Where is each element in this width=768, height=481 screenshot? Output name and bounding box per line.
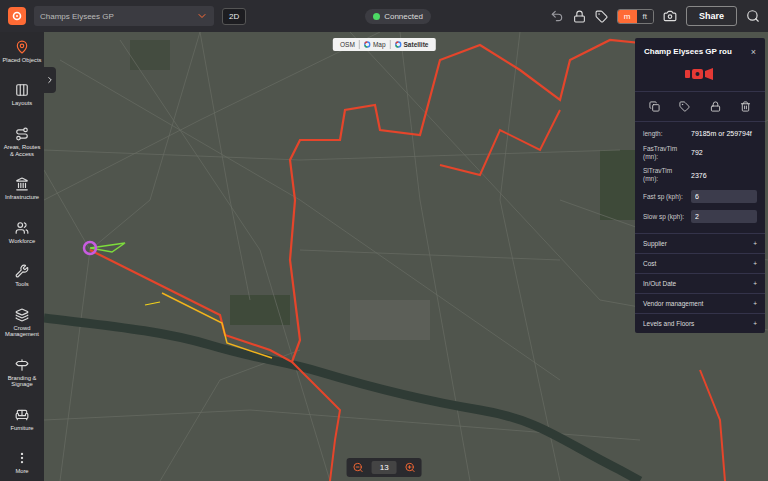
- property-label: FasTravTim (mn):: [643, 145, 687, 161]
- expand-button[interactable]: +: [753, 280, 757, 287]
- zoom-out-icon[interactable]: [353, 462, 364, 473]
- sidebar-item[interactable]: Infrastructure: [2, 177, 42, 201]
- sidebar-item-icon: [15, 40, 29, 54]
- tag-icon[interactable]: [679, 101, 690, 112]
- chevron-down-icon: [196, 10, 208, 22]
- zoom-level[interactable]: 13: [372, 461, 397, 474]
- expand-button[interactable]: +: [753, 240, 757, 247]
- search-icon[interactable]: [746, 9, 760, 23]
- logo-icon[interactable]: [8, 7, 26, 25]
- unit-option[interactable]: ft: [637, 10, 653, 23]
- zoom-control: 13: [347, 458, 422, 477]
- sidebar-item-icon: [15, 358, 29, 372]
- sidebar: Placed Objects Layouts Areas, Routes & Acc…: [0, 32, 44, 481]
- sidebar-item-icon: [15, 408, 29, 422]
- river: [44, 318, 640, 481]
- connection-status: Connected: [365, 9, 431, 24]
- route-highlight[interactable]: [162, 293, 272, 358]
- expand-button[interactable]: +: [753, 300, 757, 307]
- map-source-option[interactable]: Map: [359, 40, 390, 49]
- close-button[interactable]: ×: [751, 47, 756, 57]
- status-dot: [373, 13, 380, 20]
- property-label: Fast sp (kph):: [643, 193, 687, 201]
- property-input[interactable]: [691, 210, 757, 223]
- tag-icon[interactable]: [595, 10, 608, 23]
- sidebar-item[interactable]: Layouts: [2, 83, 42, 107]
- sidebar-item-icon: [15, 451, 29, 465]
- route-line[interactable]: [292, 362, 340, 481]
- panel-section[interactable]: Levels and Floors+: [635, 313, 765, 333]
- sidebar-expand-tab[interactable]: [44, 67, 56, 93]
- property-value: 79185m or 259794f: [691, 130, 757, 137]
- route-line[interactable]: [90, 40, 660, 362]
- unit-toggle: mft: [617, 9, 654, 24]
- unit-option[interactable]: m: [618, 10, 637, 23]
- expand-button[interactable]: +: [753, 260, 757, 267]
- panel-section[interactable]: In/Out Date+: [635, 273, 765, 293]
- map-source-option[interactable]: OSM: [336, 40, 359, 49]
- share-button[interactable]: Share: [686, 6, 737, 26]
- sidebar-item[interactable]: Placed Objects: [2, 40, 42, 64]
- undo-icon[interactable]: [550, 9, 564, 23]
- sidebar-item[interactable]: More: [2, 451, 42, 475]
- zoom-in-icon[interactable]: [405, 462, 416, 473]
- map-view[interactable]: OSMMapSatellite 13 Champ Elysees GP rou × le…: [44, 32, 768, 481]
- sidebar-item-icon: [15, 308, 29, 322]
- property-input[interactable]: [691, 190, 757, 203]
- sidebar-item[interactable]: Tools: [2, 264, 42, 288]
- google-icon: [364, 41, 371, 48]
- panel-title: Champ Elysees GP rou: [644, 47, 732, 56]
- sidebar-item-icon: [15, 264, 29, 278]
- property-label: SlTravTim (mn):: [643, 167, 687, 183]
- lock-icon[interactable]: [573, 10, 586, 23]
- trash-icon[interactable]: [740, 101, 751, 112]
- camera-icon[interactable]: [663, 9, 677, 23]
- route-type-icon: [685, 67, 715, 81]
- property-list: length: 79185m or 259794f FasTravTim (mn):…: [635, 122, 765, 234]
- map-source-option[interactable]: Satellite: [390, 40, 433, 49]
- lock-icon[interactable]: [710, 101, 721, 112]
- object-panel: Champ Elysees GP rou × length: 79185m or 25…: [635, 38, 765, 333]
- route-line[interactable]: [440, 110, 560, 175]
- sidebar-item[interactable]: Areas, Routes & Access: [2, 127, 42, 157]
- expand-button[interactable]: +: [753, 320, 757, 327]
- chevron-right-icon: [45, 75, 55, 85]
- sidebar-item-icon: [15, 221, 29, 235]
- sidebar-item[interactable]: Branding & Signage: [2, 358, 42, 388]
- panel-section[interactable]: Cost+: [635, 253, 765, 273]
- project-select[interactable]: Champs Elysees GP: [34, 6, 214, 26]
- placed-object-marker[interactable]: [84, 242, 96, 254]
- top-bar: Champs Elysees GP 2D Connected mft Share: [0, 0, 768, 32]
- sidebar-item[interactable]: Workforce: [2, 221, 42, 245]
- map-source-toggle: OSMMapSatellite: [333, 38, 435, 51]
- app: Champs Elysees GP 2D Connected mft Share Plac…: [0, 0, 768, 481]
- property-value: 2376: [691, 172, 757, 179]
- copy-icon[interactable]: [649, 101, 660, 112]
- panel-section[interactable]: Vendor management+: [635, 293, 765, 313]
- sidebar-item-icon: [15, 177, 29, 191]
- google-icon: [395, 41, 402, 48]
- route-line[interactable]: [700, 370, 725, 481]
- sidebar-item-icon: [15, 127, 29, 141]
- property-label: length:: [643, 130, 687, 138]
- view-mode-button[interactable]: 2D: [222, 8, 246, 25]
- panel-section[interactable]: Supplier+: [635, 234, 765, 253]
- property-label: Slow sp (kph):: [643, 213, 687, 221]
- sidebar-item[interactable]: Furniture: [2, 408, 42, 432]
- sidebar-item[interactable]: Crowd Management: [2, 308, 42, 338]
- property-value: 792: [691, 149, 757, 156]
- sidebar-item-icon: [15, 83, 29, 97]
